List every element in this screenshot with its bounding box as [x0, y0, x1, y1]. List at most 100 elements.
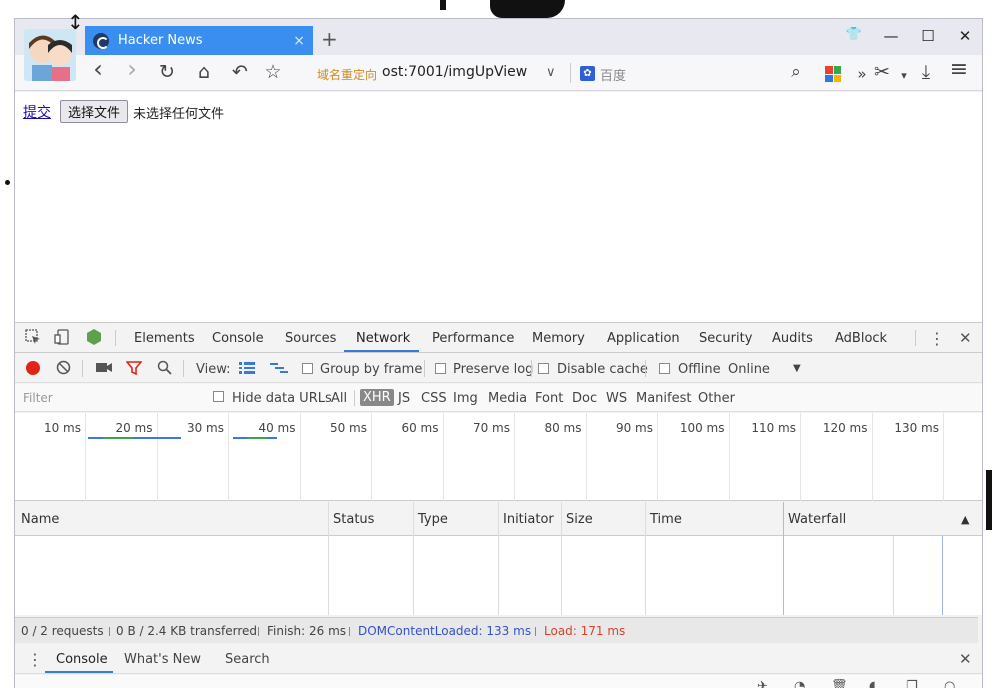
filter-type-js[interactable]: JS — [398, 391, 410, 406]
drawer-menu-icon[interactable]: ⋮ — [27, 650, 43, 669]
column-header-name[interactable]: Name — [21, 512, 59, 527]
column-header-waterfall[interactable]: Waterfall — [788, 512, 846, 527]
timeline-grid-line — [871, 413, 873, 501]
capture-screenshots-icon[interactable] — [96, 361, 112, 378]
download-icon[interactable]: ⤓ — [915, 62, 937, 82]
trash-icon[interactable]: 🗑 — [831, 679, 848, 688]
forward-icon[interactable]: › — [121, 57, 143, 81]
filter-type-media[interactable]: Media — [488, 391, 527, 406]
devtools-tab-sources[interactable]: Sources — [285, 331, 336, 346]
filter-input[interactable]: Filter — [23, 391, 53, 405]
column-header-size[interactable]: Size — [566, 512, 593, 527]
group-by-frame-checkbox[interactable] — [302, 363, 313, 374]
throttling-dropdown-icon[interactable]: ▼ — [793, 363, 801, 374]
performance-monitor-icon[interactable]: ◔ — [794, 679, 805, 688]
drawer-tab-console[interactable]: Console — [56, 652, 108, 667]
filter-type-img[interactable]: Img — [453, 391, 478, 406]
drawer-close-icon[interactable]: ✕ — [959, 650, 972, 668]
apps-grid-icon[interactable] — [825, 66, 841, 82]
undock-icon[interactable]: ❐ — [906, 679, 918, 688]
skin-icon[interactable]: 👕 — [844, 27, 864, 42]
devtools-close-icon[interactable]: ✕ — [959, 329, 972, 347]
search-icon[interactable]: ⌕ — [785, 62, 807, 82]
devtools-tab-console[interactable]: Console — [212, 331, 264, 346]
tab-close-icon[interactable]: × — [293, 33, 305, 49]
column-header-type[interactable]: Type — [418, 512, 448, 527]
clear-icon[interactable] — [56, 360, 71, 379]
filter-type-css[interactable]: CSS — [421, 391, 447, 406]
preserve-log-checkbox[interactable] — [435, 363, 446, 374]
record-icon[interactable] — [26, 361, 40, 375]
column-header-initiator[interactable]: Initiator — [503, 512, 554, 527]
devtools-tab-elements[interactable]: Elements — [134, 331, 195, 346]
timeline-tick-label: 10 ms — [43, 421, 81, 435]
search-placeholder[interactable]: 百度 — [600, 65, 626, 84]
rocket-icon[interactable]: ✈ — [757, 679, 768, 688]
node-hexagon-icon[interactable] — [85, 328, 103, 350]
baidu-logo-icon[interactable]: ✿ — [580, 66, 595, 81]
filter-type-all[interactable]: All — [331, 391, 347, 406]
filter-icon[interactable] — [125, 360, 143, 380]
drawer-tab-search[interactable]: Search — [225, 652, 270, 667]
browser-tab[interactable]: Hacker News × — [85, 26, 313, 55]
devtools-tab-security[interactable]: Security — [699, 331, 752, 346]
close-window-icon[interactable]: ✕ — [955, 27, 975, 45]
maximize-icon[interactable]: ☐ — [918, 27, 938, 45]
hide-data-urls-checkbox[interactable] — [213, 391, 224, 402]
column-header-status[interactable]: Status — [333, 512, 374, 527]
address-dropdown-icon[interactable]: ∨ — [546, 65, 556, 80]
preserve-log-label: Preserve log — [453, 362, 534, 377]
minimize-icon[interactable]: — — [881, 27, 901, 45]
filter-type-other[interactable]: Other — [698, 391, 735, 406]
filter-type-doc[interactable]: Doc — [572, 391, 597, 406]
console-search-icon[interactable]: ○ — [944, 679, 955, 688]
undo-close-icon[interactable]: ↶ — [229, 62, 251, 82]
devtools-tab-audits[interactable]: Audits — [772, 331, 813, 346]
address-bar-url[interactable]: ost:7001/imgUpView — [382, 64, 527, 80]
bookmark-star-icon[interactable]: ☆ — [262, 62, 284, 82]
column-header-time[interactable]: Time — [650, 512, 682, 527]
toolbar-divider — [531, 360, 532, 377]
home-icon[interactable]: ⌂ — [193, 62, 215, 82]
timeline-grid-line — [299, 413, 301, 501]
menu-icon[interactable]: ≡ — [948, 59, 970, 81]
offline-checkbox[interactable] — [659, 363, 670, 374]
choose-file-button[interactable]: 选择文件 — [60, 100, 128, 123]
reload-icon[interactable]: ↻ — [156, 62, 178, 82]
filter-type-font[interactable]: Font — [535, 391, 563, 406]
device-toolbar-icon[interactable] — [54, 329, 70, 349]
timeline-overview[interactable]: 10 ms 20 ms 30 ms 40 ms 50 ms 60 ms 70 ms 80 ms… — [15, 413, 982, 501]
drawer-tab-whats-new[interactable]: What's New — [124, 652, 201, 667]
overview-waterfall-icon[interactable] — [270, 362, 288, 378]
devtools-tab-memory[interactable]: Memory — [532, 331, 585, 346]
audio-icon[interactable]: ◖ — [869, 679, 876, 688]
cut-dropdown-icon[interactable]: ▾ — [893, 66, 915, 86]
cut-icon[interactable]: ✂ — [871, 62, 893, 82]
user-avatar[interactable] — [24, 29, 76, 81]
devtools-tab-application[interactable]: Application — [607, 331, 680, 346]
submit-link[interactable]: 提交 — [23, 102, 51, 122]
devtools-menu-icon[interactable]: ⋮ — [929, 329, 945, 348]
more-tools-icon[interactable]: » — [851, 64, 873, 84]
timeline-grid-line — [514, 413, 515, 501]
desktop-blob — [986, 470, 992, 530]
devtools-tab-adblock[interactable]: AdBlock — [835, 331, 887, 346]
timeline-grid-line — [228, 413, 229, 501]
throttling-select[interactable]: Online — [728, 362, 770, 377]
devtools-tab-performance[interactable]: Performance — [432, 331, 514, 346]
status-divider — [535, 627, 536, 636]
devtools-panel: Elements Console Sources Network Perform… — [15, 322, 982, 688]
back-icon[interactable]: ‹ — [87, 57, 109, 81]
finish-time: Finish: 26 ms — [267, 624, 347, 638]
inspect-element-icon[interactable] — [25, 329, 41, 349]
new-tab-icon[interactable]: + — [321, 28, 338, 50]
timeline-tick-label: 130 ms — [894, 421, 939, 435]
search-network-icon[interactable] — [157, 360, 172, 379]
sort-ascending-icon[interactable]: ▲ — [961, 513, 969, 526]
filter-type-manifest[interactable]: Manifest — [636, 391, 691, 406]
disable-cache-checkbox[interactable] — [538, 363, 549, 374]
large-rows-icon[interactable] — [239, 362, 255, 378]
filter-type-xhr[interactable]: XHR — [360, 389, 394, 406]
filter-type-ws[interactable]: WS — [606, 391, 627, 406]
devtools-tab-network[interactable]: Network — [356, 331, 410, 346]
